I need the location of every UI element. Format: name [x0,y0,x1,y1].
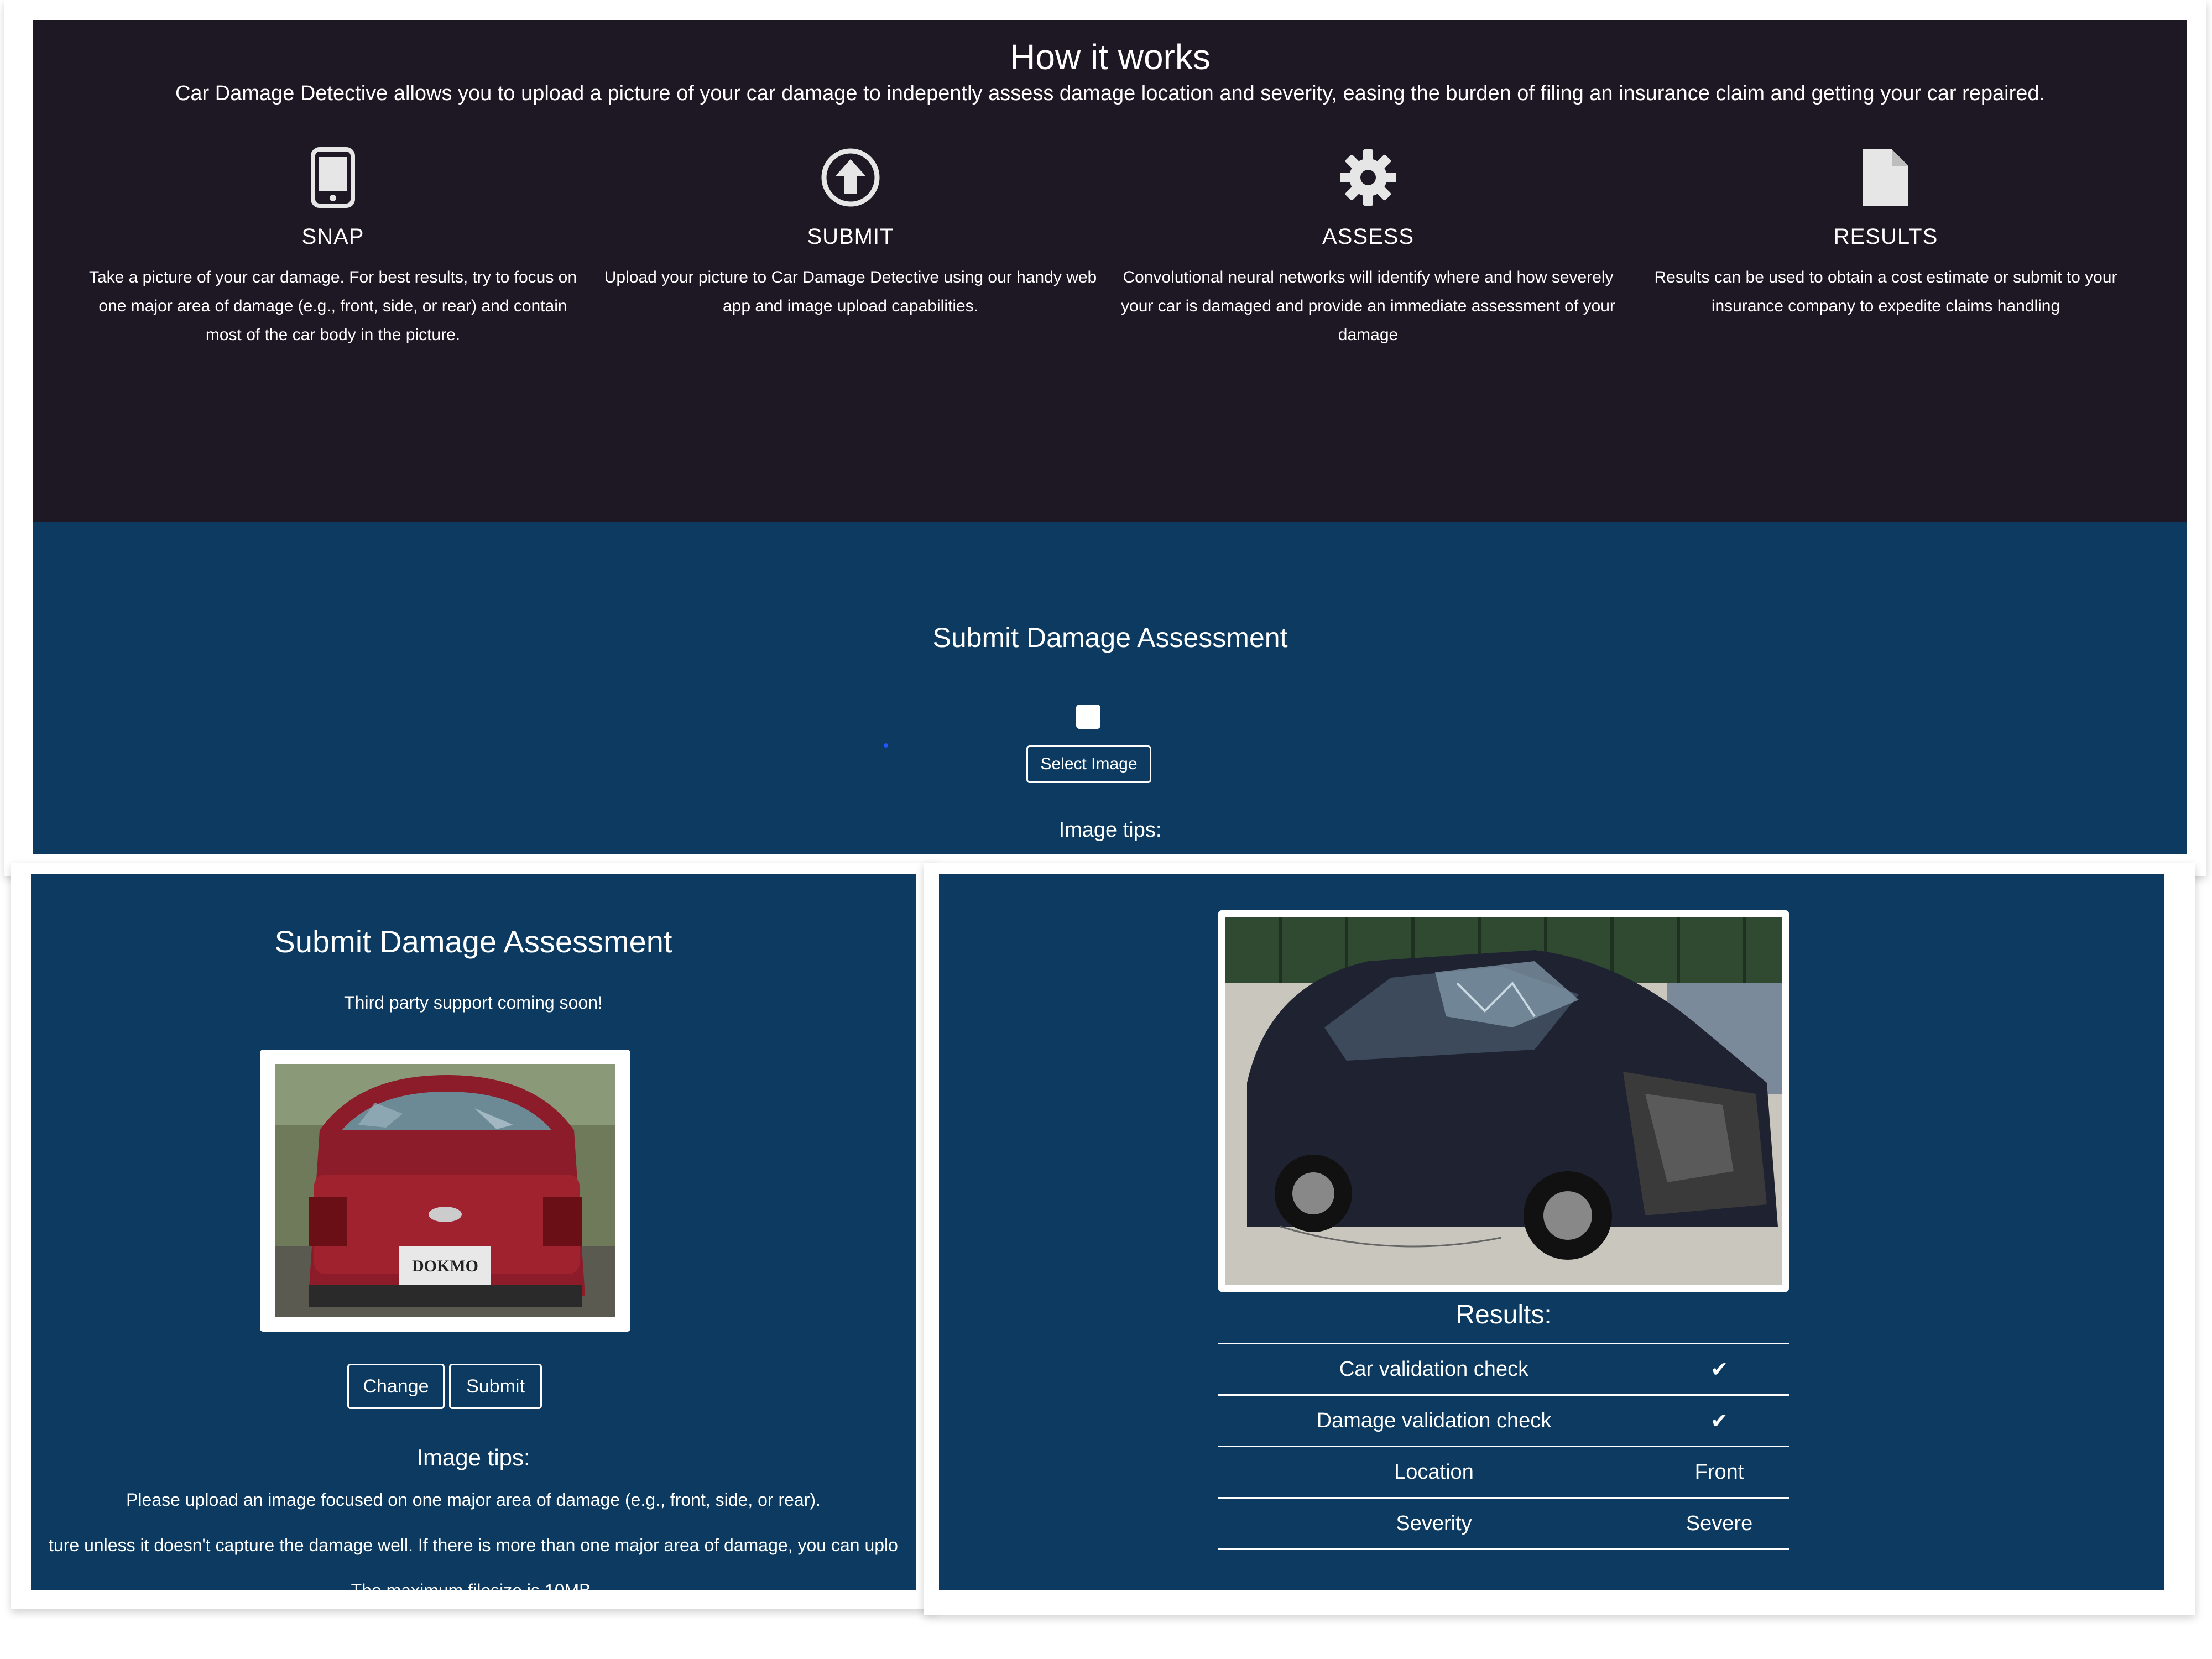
assessed-image-preview [1218,910,1789,1292]
image-tip: Please upload an image focused on one ma… [126,1490,821,1510]
table-row: Damage validation check ✔ [1218,1394,1789,1447]
document-icon [1830,147,1941,219]
result-value: Front [1650,1446,1789,1498]
check-icon: ✔ [1650,1394,1789,1447]
gear-icon [1313,147,1423,219]
step-text: Results can be used to obtain a cost est… [1654,268,2117,315]
step-title: SUBMIT [807,225,894,249]
image-tips-title: Image tips: [416,1444,530,1470]
result-label: Severity [1218,1497,1650,1550]
third-party-notice: Third party support coming soon! [344,993,603,1013]
result-label: Location [1218,1446,1650,1498]
submit-section: Submit Damage Assessment Third party sup… [31,874,916,1590]
how-it-works-description: Car Damage Detective allows you to uploa… [175,82,2046,105]
table-row: Severity Severe [1218,1497,1789,1550]
table-row: Location Front [1218,1446,1789,1498]
table-row: Car validation check ✔ [1218,1343,1789,1395]
change-button[interactable]: Change [347,1364,445,1409]
step-title: RESULTS [1833,225,1938,249]
results-section: Results: Car validation check ✔ Damage v… [939,874,2164,1590]
damaged-car-front-photo [1225,917,1782,1285]
results-table: Car validation check ✔ Damage validation… [1218,1343,1789,1550]
step-text: Upload your picture to Car Damage Detect… [604,268,1097,315]
step-title: SNAP [301,225,364,249]
how-it-works-title: How it works [1010,37,1211,77]
results-panel: Results: Car validation check ✔ Damage v… [924,863,2195,1615]
result-value: Severe [1650,1497,1789,1550]
damaged-car-rear-photo: DOKMO [275,1064,615,1317]
step-text: Take a picture of your car damage. For b… [88,268,577,344]
image-tip: ture unless it doesn't capture the damag… [49,1535,898,1555]
select-image-button[interactable]: Select Image [1026,745,1151,783]
upload-icon [795,147,906,219]
submit-assessment-title: Submit Damage Assessment [932,622,1288,653]
result-label: Damage validation check [1218,1394,1650,1447]
image-tips-title: Image tips: [1058,818,1162,842]
svg-text:DOKMO: DOKMO [412,1257,478,1275]
check-icon: ✔ [1650,1343,1789,1395]
step-title: ASSESS [1322,225,1415,249]
submit-panel: Submit Damage Assessment Third party sup… [11,863,937,1609]
submit-button[interactable]: Submit [449,1364,542,1409]
image-tip: The maximum filesize is 10MB. [31,1580,916,1590]
phone-icon [278,147,388,219]
submit-assessment-section: Submit Damage Assessment Select Image Im… [33,522,2187,854]
submit-assessment-title: Submit Damage Assessment [274,924,672,959]
cursor-dot [884,743,888,748]
image-placeholder [1076,705,1100,729]
step-text: Convolutional neural networks will ident… [1121,268,1615,344]
how-it-works-panel: How it works Car Damage Detective allows… [4,0,2206,876]
result-label: Car validation check [1218,1343,1650,1395]
how-it-works-section: How it works Car Damage Detective allows… [33,20,2187,522]
results-title: Results: [1455,1300,1552,1329]
uploaded-image-preview: DOKMO [260,1050,630,1332]
